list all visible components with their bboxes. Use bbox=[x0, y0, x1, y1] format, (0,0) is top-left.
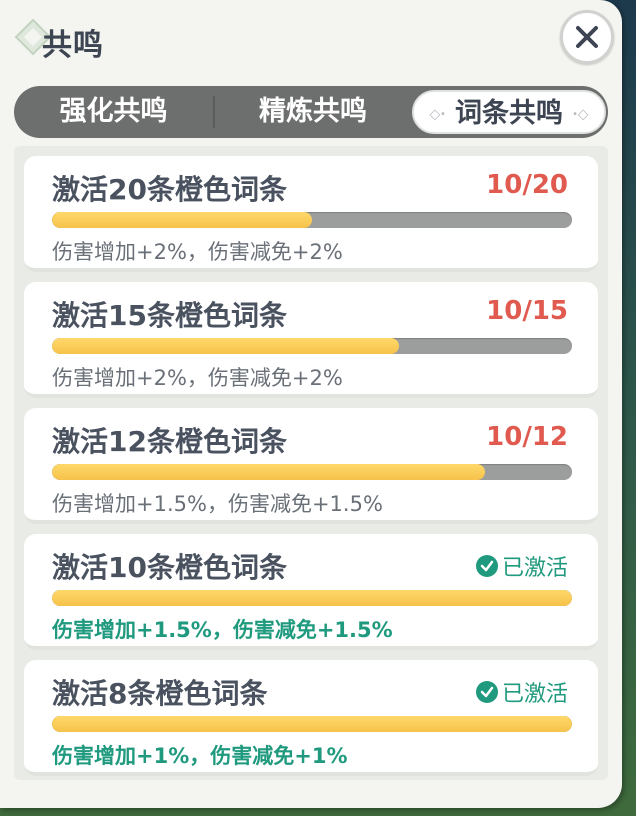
close-icon bbox=[576, 26, 598, 48]
tier-progress-fill bbox=[52, 590, 572, 606]
resonance-tier-card: 激活15条橙色词条 10/15 伤害增加+2%，伤害减免+2% bbox=[24, 282, 598, 398]
tier-title: 激活8条橙色词条 bbox=[52, 677, 268, 710]
tier-progress-count: 10/15 bbox=[486, 296, 568, 326]
tab-affix-resonance[interactable]: ◇· 词条共鸣 ·◇ bbox=[412, 90, 606, 134]
close-button[interactable] bbox=[560, 10, 614, 64]
tab-ornament-left-icon: ◇· bbox=[429, 106, 446, 123]
tier-progress-bar bbox=[52, 338, 572, 354]
tab-enhance-resonance[interactable]: 强化共鸣 bbox=[14, 86, 213, 138]
tier-progress-bar bbox=[52, 464, 572, 480]
tier-effect: 伤害增加+1.5%，伤害减免+1.5% bbox=[52, 492, 383, 516]
tab-ornament-right-icon: ·◇ bbox=[572, 106, 589, 123]
tier-title: 激活10条橙色词条 bbox=[52, 551, 287, 584]
tier-progress-count: 10/20 bbox=[486, 170, 568, 200]
tier-progress-bar bbox=[52, 716, 572, 732]
check-circle-icon bbox=[475, 681, 498, 703]
tier-progress-fill bbox=[52, 464, 486, 480]
tier-effect: 伤害增加+2%，伤害减免+2% bbox=[52, 366, 343, 390]
tab-refine-resonance[interactable]: 精炼共鸣 bbox=[215, 86, 411, 138]
resonance-tier-card: 激活8条橙色词条 已激活 伤害增加+1%，伤害减免+1% bbox=[24, 660, 598, 776]
tier-title: 激活12条橙色词条 bbox=[52, 425, 287, 458]
tab-bar: 强化共鸣 精炼共鸣 ◇· 词条共鸣 ·◇ bbox=[14, 86, 608, 138]
resonance-tier-list[interactable]: 激活20条橙色词条 10/20 伤害增加+2%，伤害减免+2% 激活15条橙色词… bbox=[14, 146, 608, 780]
resonance-panel: 共鸣 强化共鸣 精炼共鸣 ◇· 词条共鸣 ·◇ 激活20条橙色词条 10/20 … bbox=[0, 0, 622, 808]
tier-progress-fill bbox=[52, 212, 312, 228]
page-title: 共鸣 bbox=[42, 28, 104, 63]
tier-title: 激活15条橙色词条 bbox=[52, 299, 287, 332]
tier-activated-status: 已激活 bbox=[475, 550, 568, 582]
tier-progress-bar bbox=[52, 212, 572, 228]
tier-title: 激活20条橙色词条 bbox=[52, 173, 287, 206]
tier-progress-bar bbox=[52, 590, 572, 606]
resonance-tier-card: 激活20条橙色词条 10/20 伤害增加+2%，伤害减免+2% bbox=[24, 156, 598, 272]
tier-progress-count: 10/12 bbox=[486, 422, 568, 452]
tier-effect: 伤害增加+1%，伤害减免+1% bbox=[52, 744, 348, 768]
check-circle-icon bbox=[475, 555, 498, 577]
tier-progress-fill bbox=[52, 716, 572, 732]
tier-effect: 伤害增加+1.5%，伤害减免+1.5% bbox=[52, 618, 393, 642]
tier-effect: 伤害增加+2%，伤害减免+2% bbox=[52, 240, 343, 264]
tier-progress-fill bbox=[52, 338, 399, 354]
resonance-tier-card: 激活10条橙色词条 已激活 伤害增加+1.5%，伤害减免+1.5% bbox=[24, 534, 598, 650]
tier-activated-status: 已激活 bbox=[475, 676, 568, 708]
resonance-tier-card: 激活12条橙色词条 10/12 伤害增加+1.5%，伤害减免+1.5% bbox=[24, 408, 598, 524]
